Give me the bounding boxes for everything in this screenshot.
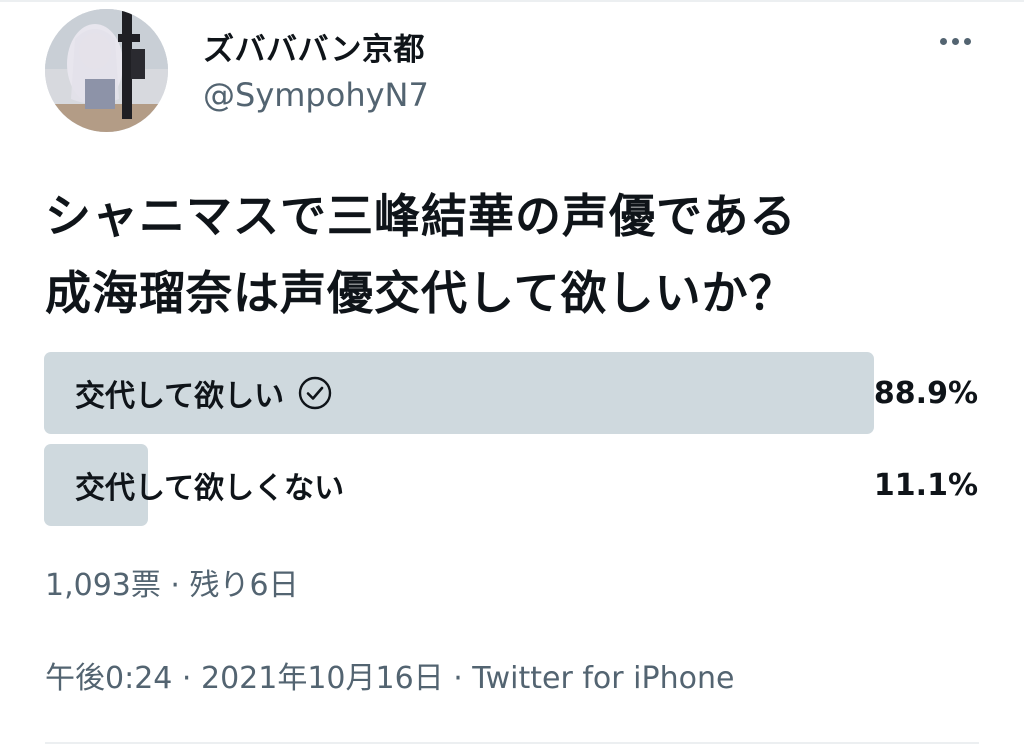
tweet-detail: ズバババン京都 @SympohyN7 シャニマスで三峰結華の声優である 成海瑠奈…: [0, 0, 1024, 751]
poll-option-percent: 88.9%: [873, 375, 978, 411]
tweet-timestamp[interactable]: 午後0:24 · 2021年10月16日 · Twitter for iPhon…: [45, 653, 734, 697]
avatar[interactable]: [45, 9, 168, 132]
poll-option-label-wrap: 交代して欲しくない: [75, 444, 344, 526]
more-horizontal-icon-dot: [951, 37, 959, 45]
display-name[interactable]: ズバババン京都: [203, 24, 425, 69]
poll-option-label-wrap: 交代して欲しい: [75, 352, 332, 434]
more-horizontal-icon: [939, 37, 947, 45]
poll-option[interactable]: 交代して欲しくない 11.1%: [44, 444, 978, 526]
more-options-button[interactable]: [930, 26, 980, 56]
more-horizontal-icon-dot: [963, 37, 971, 45]
divider: [45, 742, 979, 744]
user-handle[interactable]: @SympohyN7: [203, 76, 429, 114]
poll-option-label: 交代して欲しい: [75, 379, 285, 414]
poll-option[interactable]: 交代して欲しい 88.9%: [44, 352, 978, 434]
anime-avatar-icon: [45, 9, 168, 132]
poll-option-label: 交代して欲しくない: [75, 471, 345, 506]
check-circle-icon: [298, 376, 332, 410]
poll-summary: 1,093票 · 残り6日: [45, 568, 299, 603]
tweet-text: シャニマスで三峰結華の声優である 成海瑠奈は声優交代して欲しいか？: [45, 178, 995, 332]
tweet-text-line: 成海瑠奈は声優交代して欲しいか？: [45, 266, 796, 320]
poll-option-percent: 11.1%: [873, 467, 978, 503]
tweet-text-line: シャニマスで三峰結華の声優である: [45, 189, 797, 243]
